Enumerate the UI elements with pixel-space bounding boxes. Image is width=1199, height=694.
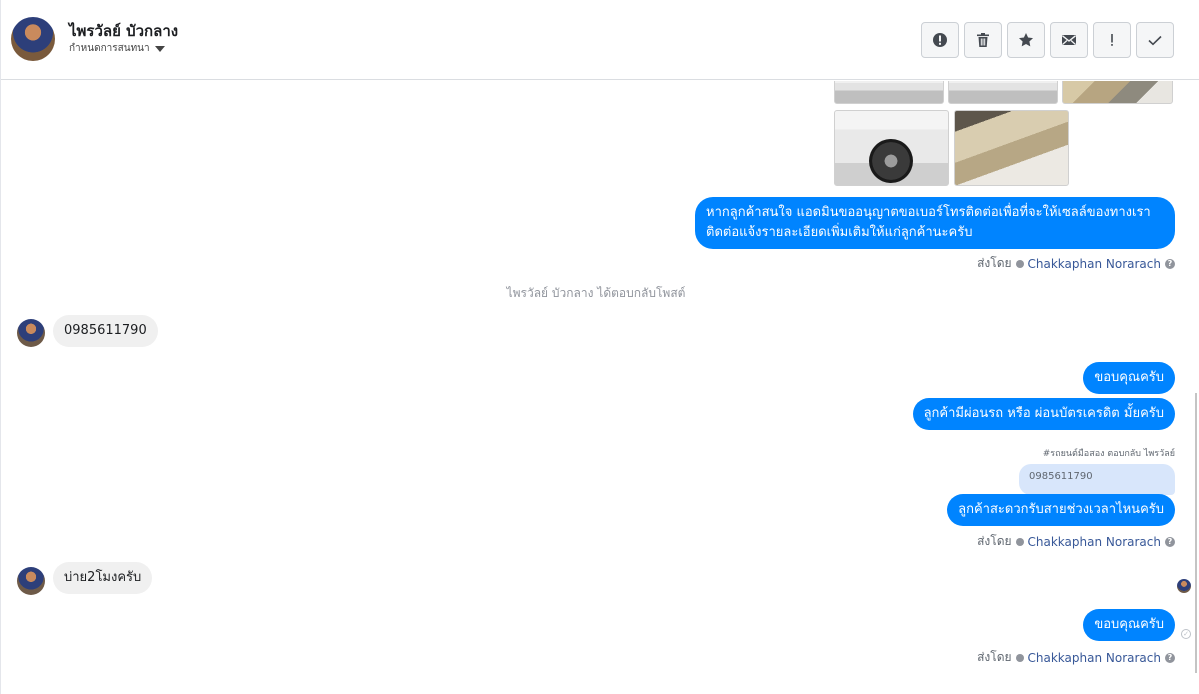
help-icon[interactable]: ? [1165,536,1175,547]
message-text: ขอบคุณครับ [1094,617,1164,632]
outgoing-message[interactable]: หากลูกค้าสนใจ แอดมินขออนุญาตขอเบอร์โทรติ… [695,197,1175,249]
quoted-text: 0985611790 [1029,471,1093,482]
outgoing-message[interactable]: ขอบคุณครับ [1083,609,1175,641]
message-text: บ่าย2โมงครับ [64,570,142,585]
image-attachment[interactable] [948,81,1058,104]
message-thread: หากลูกค้าสนใจ แอดมินขออนุญาตขอเบอร์โทรติ… [1,81,1199,694]
inbox-conversation-view: ไพรวัลย์ บัวกลาง กำหนดการสนทนา หากลูกค้า… [0,0,1199,694]
report-spam-button[interactable] [921,22,959,58]
message-text: 0985611790 [64,323,147,338]
outgoing-message[interactable]: ขอบคุณครับ [1083,362,1175,394]
star-icon [1019,33,1033,47]
image-attachment[interactable] [1062,81,1173,104]
sent-by-line: ส่งโดย Chakkaphan Norarach ? [977,648,1175,667]
contact-avatar-small[interactable] [17,567,45,595]
message-text: ลูกค้ามีผ่อนรถ หรือ ผ่อนบัตรเครดิต มั้ยค… [923,406,1164,421]
delivered-icon: ✓ [1181,629,1191,639]
system-note: ไพรวัลย์ บัวกลาง ได้ตอบกลับโพสต์ [506,286,686,300]
assign-conversation-label: กำหนดการสนทนา [69,43,150,54]
message-text: ขอบคุณครับ [1094,370,1164,385]
star-button[interactable] [1007,22,1045,58]
incoming-message[interactable]: 0985611790 [53,315,158,347]
conversation-actions [921,22,1174,58]
sent-by-label: ส่งโดย [977,256,1012,270]
read-receipt-avatar [1177,579,1191,593]
alert-circle-icon [933,33,947,47]
trash-icon [977,33,989,47]
delete-button[interactable] [964,22,1002,58]
envelope-icon [1062,35,1076,45]
contact-avatar[interactable] [11,17,55,61]
image-attachment[interactable] [954,110,1069,186]
agent-name-link[interactable]: Chakkaphan Norarach [1028,257,1161,271]
mark-unread-button[interactable] [1050,22,1088,58]
sent-by-label: ส่งโดย [977,534,1012,548]
image-attachment[interactable] [834,81,944,104]
verified-icon [1015,537,1024,546]
agent-name-link[interactable]: Chakkaphan Norarach [1028,651,1161,665]
check-icon [1148,35,1162,46]
image-attachment[interactable] [834,110,949,186]
outgoing-message[interactable]: ลูกค้ามีผ่อนรถ หรือ ผ่อนบัตรเครดิต มั้ยค… [912,398,1175,430]
mark-important-button[interactable] [1093,22,1131,58]
contact-name[interactable]: ไพรวัลย์ บัวกลาง [69,19,178,43]
sent-by-line: ส่งโดย Chakkaphan Norarach ? [977,254,1175,273]
caret-down-icon [154,45,165,52]
sent-by-line: ส่งโดย Chakkaphan Norarach ? [977,532,1175,551]
message-text: ลูกค้าสะดวกรับสายช่วงเวลาไหนครับ [958,502,1164,517]
verified-icon [1015,653,1024,662]
help-icon[interactable]: ? [1165,258,1175,269]
scrollbar[interactable] [1195,393,1197,673]
contact-avatar-small[interactable] [17,319,45,347]
conversation-header: ไพรวัลย์ บัวกลาง กำหนดการสนทนา [1,0,1199,80]
message-text: หากลูกค้าสนใจ แอดมินขออนุญาตขอเบอร์โทรติ… [706,205,1151,240]
agent-name-link[interactable]: Chakkaphan Norarach [1028,535,1161,549]
verified-icon [1015,259,1024,268]
mark-done-button[interactable] [1136,22,1174,58]
reply-context-label: #รถยนต์มือสอง ตอบกลับ ไพรวัลย์ [1042,449,1175,459]
exclamation-icon [1111,34,1113,46]
quoted-message[interactable]: 0985611790 [1019,464,1175,495]
incoming-message[interactable]: บ่าย2โมงครับ [53,562,153,594]
assign-conversation-dropdown[interactable]: กำหนดการสนทนา [69,41,165,56]
sent-by-label: ส่งโดย [977,650,1012,664]
help-icon[interactable]: ? [1165,652,1175,663]
outgoing-message[interactable]: ลูกค้าสะดวกรับสายช่วงเวลาไหนครับ [947,494,1175,526]
